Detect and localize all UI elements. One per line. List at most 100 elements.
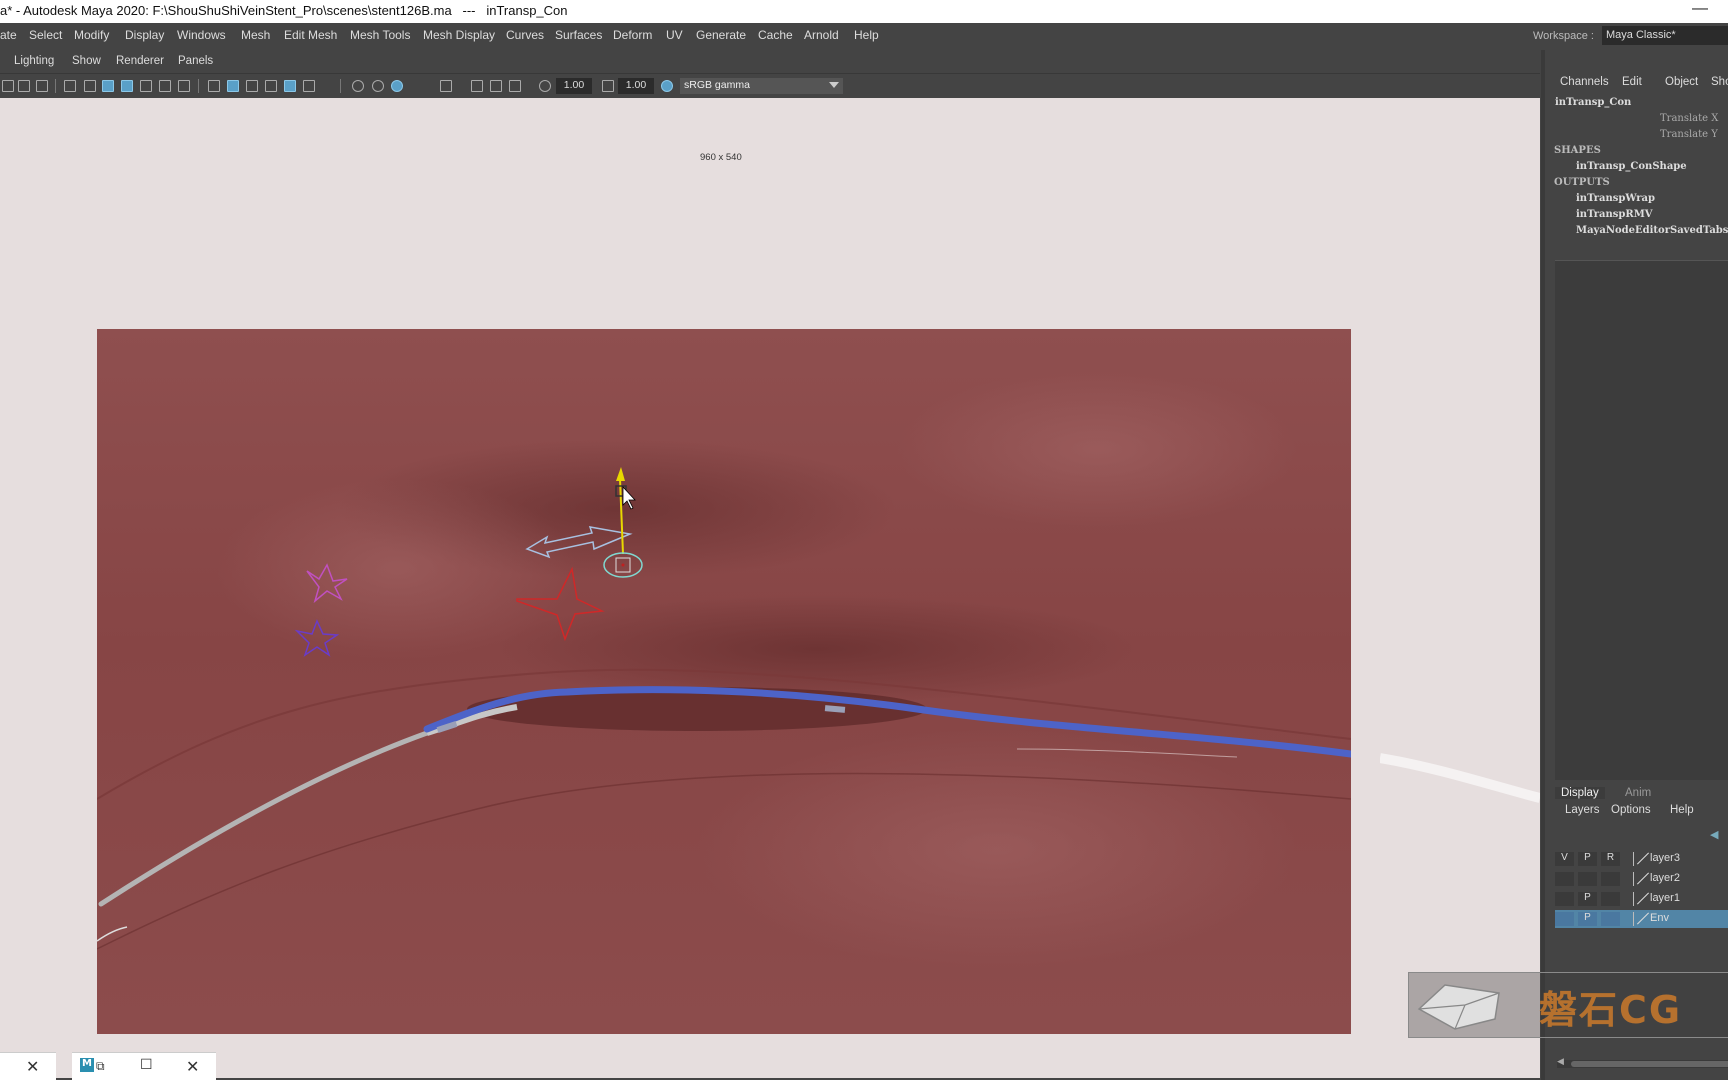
scrollbar-thumb[interactable] bbox=[1571, 1061, 1728, 1067]
layer-color-swatch[interactable] bbox=[1633, 852, 1647, 866]
object-name[interactable]: inTransp_Con bbox=[1555, 97, 1631, 108]
layer-visibility-toggle[interactable] bbox=[1555, 872, 1574, 886]
menu-item-mesh-tools[interactable]: Mesh Tools bbox=[350, 28, 410, 42]
layer-visibility-toggle[interactable] bbox=[1555, 912, 1574, 926]
menu-item-mesh[interactable]: Mesh bbox=[241, 28, 270, 42]
tab-display[interactable]: Display bbox=[1555, 787, 1605, 799]
taskbar-window-1[interactable]: ✕ bbox=[0, 1052, 56, 1080]
xray-icon[interactable] bbox=[471, 80, 483, 92]
camera-attributes-icon[interactable] bbox=[36, 80, 48, 92]
shape-node[interactable]: inTransp_ConShape bbox=[1576, 161, 1687, 172]
gate-mask-icon[interactable] bbox=[121, 80, 133, 92]
safe-title-icon[interactable] bbox=[178, 80, 190, 92]
menu-item-help[interactable]: Help bbox=[854, 28, 879, 42]
color-management-icon[interactable] bbox=[661, 80, 673, 92]
attr-translate-y[interactable]: Translate Y bbox=[1660, 129, 1718, 140]
viewport-canvas[interactable]: 960 x 540 bbox=[0, 98, 1540, 1078]
close-icon[interactable]: ✕ bbox=[26, 1057, 39, 1076]
minimize-button[interactable]: — bbox=[1692, 0, 1708, 18]
output-node[interactable]: MayaNodeEditorSavedTabs bbox=[1576, 225, 1728, 236]
layer-name[interactable]: layer2 bbox=[1650, 872, 1680, 884]
tab-edit[interactable]: Edit bbox=[1622, 76, 1642, 88]
maximize-icon[interactable]: ☐ bbox=[140, 1057, 153, 1073]
layer-playback-toggle[interactable]: P bbox=[1578, 892, 1597, 906]
xray-joints-icon[interactable] bbox=[490, 80, 502, 92]
panel-menu-lighting[interactable]: Lighting bbox=[14, 55, 54, 67]
layer-color-swatch[interactable] bbox=[1633, 912, 1647, 926]
layer-row[interactable]: layer2 bbox=[1555, 870, 1728, 888]
field-chart-icon[interactable] bbox=[140, 80, 152, 92]
shadows-icon[interactable] bbox=[303, 80, 315, 92]
panel-menu-panels[interactable]: Panels bbox=[178, 55, 213, 67]
panel-menu-show[interactable]: Show bbox=[72, 55, 101, 67]
tab-show[interactable]: Show bbox=[1711, 76, 1728, 88]
gamma-reset-icon[interactable] bbox=[602, 80, 614, 92]
tab-channels[interactable]: Channels bbox=[1560, 76, 1609, 88]
film-gate-icon[interactable] bbox=[84, 80, 96, 92]
layer-row[interactable]: P layer1 bbox=[1555, 890, 1728, 908]
layer-render-toggle[interactable] bbox=[1601, 872, 1620, 886]
menu-item-display[interactable]: Display bbox=[125, 28, 164, 42]
layer-name[interactable]: layer3 bbox=[1650, 852, 1680, 864]
layer-name[interactable]: layer1 bbox=[1650, 892, 1680, 904]
exposure-reset-icon[interactable] bbox=[539, 80, 551, 92]
layer-menu-layers[interactable]: Layers bbox=[1565, 804, 1600, 816]
resolution-gate-icon[interactable] bbox=[102, 80, 114, 92]
taskbar-window-2[interactable]: M ⧉ ☐ ✕ bbox=[72, 1052, 216, 1080]
workspace-dropdown[interactable]: Maya Classic* bbox=[1602, 26, 1728, 45]
wireframe-on-shaded-icon[interactable] bbox=[246, 80, 258, 92]
menu-item-modify[interactable]: Modify bbox=[74, 28, 109, 42]
menu-item-mesh-display[interactable]: Mesh Display bbox=[423, 28, 495, 42]
select-camera-icon[interactable] bbox=[2, 80, 14, 92]
color-space-dropdown[interactable]: sRGB gamma bbox=[680, 78, 843, 94]
menu-item-edit-mesh[interactable]: Edit Mesh bbox=[284, 28, 337, 42]
menu-item-windows[interactable]: Windows bbox=[177, 28, 226, 42]
lock-camera-icon[interactable] bbox=[18, 80, 30, 92]
menu-item-curves[interactable]: Curves bbox=[506, 28, 544, 42]
layer-playback-toggle[interactable] bbox=[1578, 872, 1597, 886]
menu-item-deform[interactable]: Deform bbox=[613, 28, 652, 42]
layer-render-toggle[interactable] bbox=[1601, 892, 1620, 906]
wireframe-icon[interactable] bbox=[208, 80, 220, 92]
tab-object[interactable]: Object bbox=[1665, 76, 1698, 88]
restore-icon[interactable]: ⧉ bbox=[96, 1059, 105, 1074]
safe-action-icon[interactable] bbox=[159, 80, 171, 92]
layer-row[interactable]: P Env bbox=[1555, 910, 1728, 928]
maya-app-icon[interactable]: M bbox=[80, 1058, 94, 1072]
close-icon[interactable]: ✕ bbox=[186, 1057, 199, 1076]
output-node[interactable]: inTranspRMV bbox=[1576, 209, 1653, 220]
layer-playback-toggle[interactable]: P bbox=[1578, 912, 1597, 926]
attr-translate-x[interactable]: Translate X bbox=[1660, 113, 1718, 124]
layer-color-swatch[interactable] bbox=[1633, 892, 1647, 906]
menu-item-uv[interactable]: UV bbox=[666, 28, 683, 42]
xray-components-icon[interactable] bbox=[509, 80, 521, 92]
menu-item-arnold[interactable]: Arnold bbox=[804, 28, 839, 42]
layer-menu-options[interactable]: Options bbox=[1611, 804, 1651, 816]
layer-visibility-toggle[interactable] bbox=[1555, 892, 1574, 906]
exposure-field[interactable]: 1.00 bbox=[556, 78, 592, 94]
layer-menu-help[interactable]: Help bbox=[1670, 804, 1694, 816]
horizontal-scrollbar[interactable]: ◀ bbox=[1557, 1057, 1728, 1068]
ambient-occlusion-icon[interactable] bbox=[352, 80, 364, 92]
tab-anim[interactable]: Anim bbox=[1625, 787, 1651, 799]
layer-create-icon[interactable]: ◀ bbox=[1710, 828, 1718, 841]
smooth-shade-icon[interactable] bbox=[227, 80, 239, 92]
panel-menu-renderer[interactable]: Renderer bbox=[116, 55, 164, 67]
scene-render[interactable] bbox=[97, 329, 1351, 1034]
motion-blur-icon[interactable] bbox=[372, 80, 384, 92]
gamma-field[interactable]: 1.00 bbox=[618, 78, 654, 94]
use-all-lights-icon[interactable] bbox=[284, 80, 296, 92]
layer-render-toggle[interactable] bbox=[1601, 912, 1620, 926]
menu-item-cache[interactable]: Cache bbox=[758, 28, 793, 42]
anti-aliasing-icon[interactable] bbox=[391, 80, 403, 92]
isolate-select-icon[interactable] bbox=[440, 80, 452, 92]
menu-item-generate[interactable]: Generate bbox=[696, 28, 746, 42]
grid-icon[interactable] bbox=[64, 80, 76, 92]
layer-name[interactable]: Env bbox=[1650, 912, 1669, 924]
menu-item-select[interactable]: Select bbox=[29, 28, 62, 42]
scroll-left-icon[interactable]: ◀ bbox=[1557, 1057, 1564, 1067]
output-node[interactable]: inTranspWrap bbox=[1576, 193, 1655, 204]
textured-icon[interactable] bbox=[265, 80, 277, 92]
menu-item-surfaces[interactable]: Surfaces bbox=[555, 28, 602, 42]
menu-item-file[interactable]: ate bbox=[0, 28, 17, 42]
